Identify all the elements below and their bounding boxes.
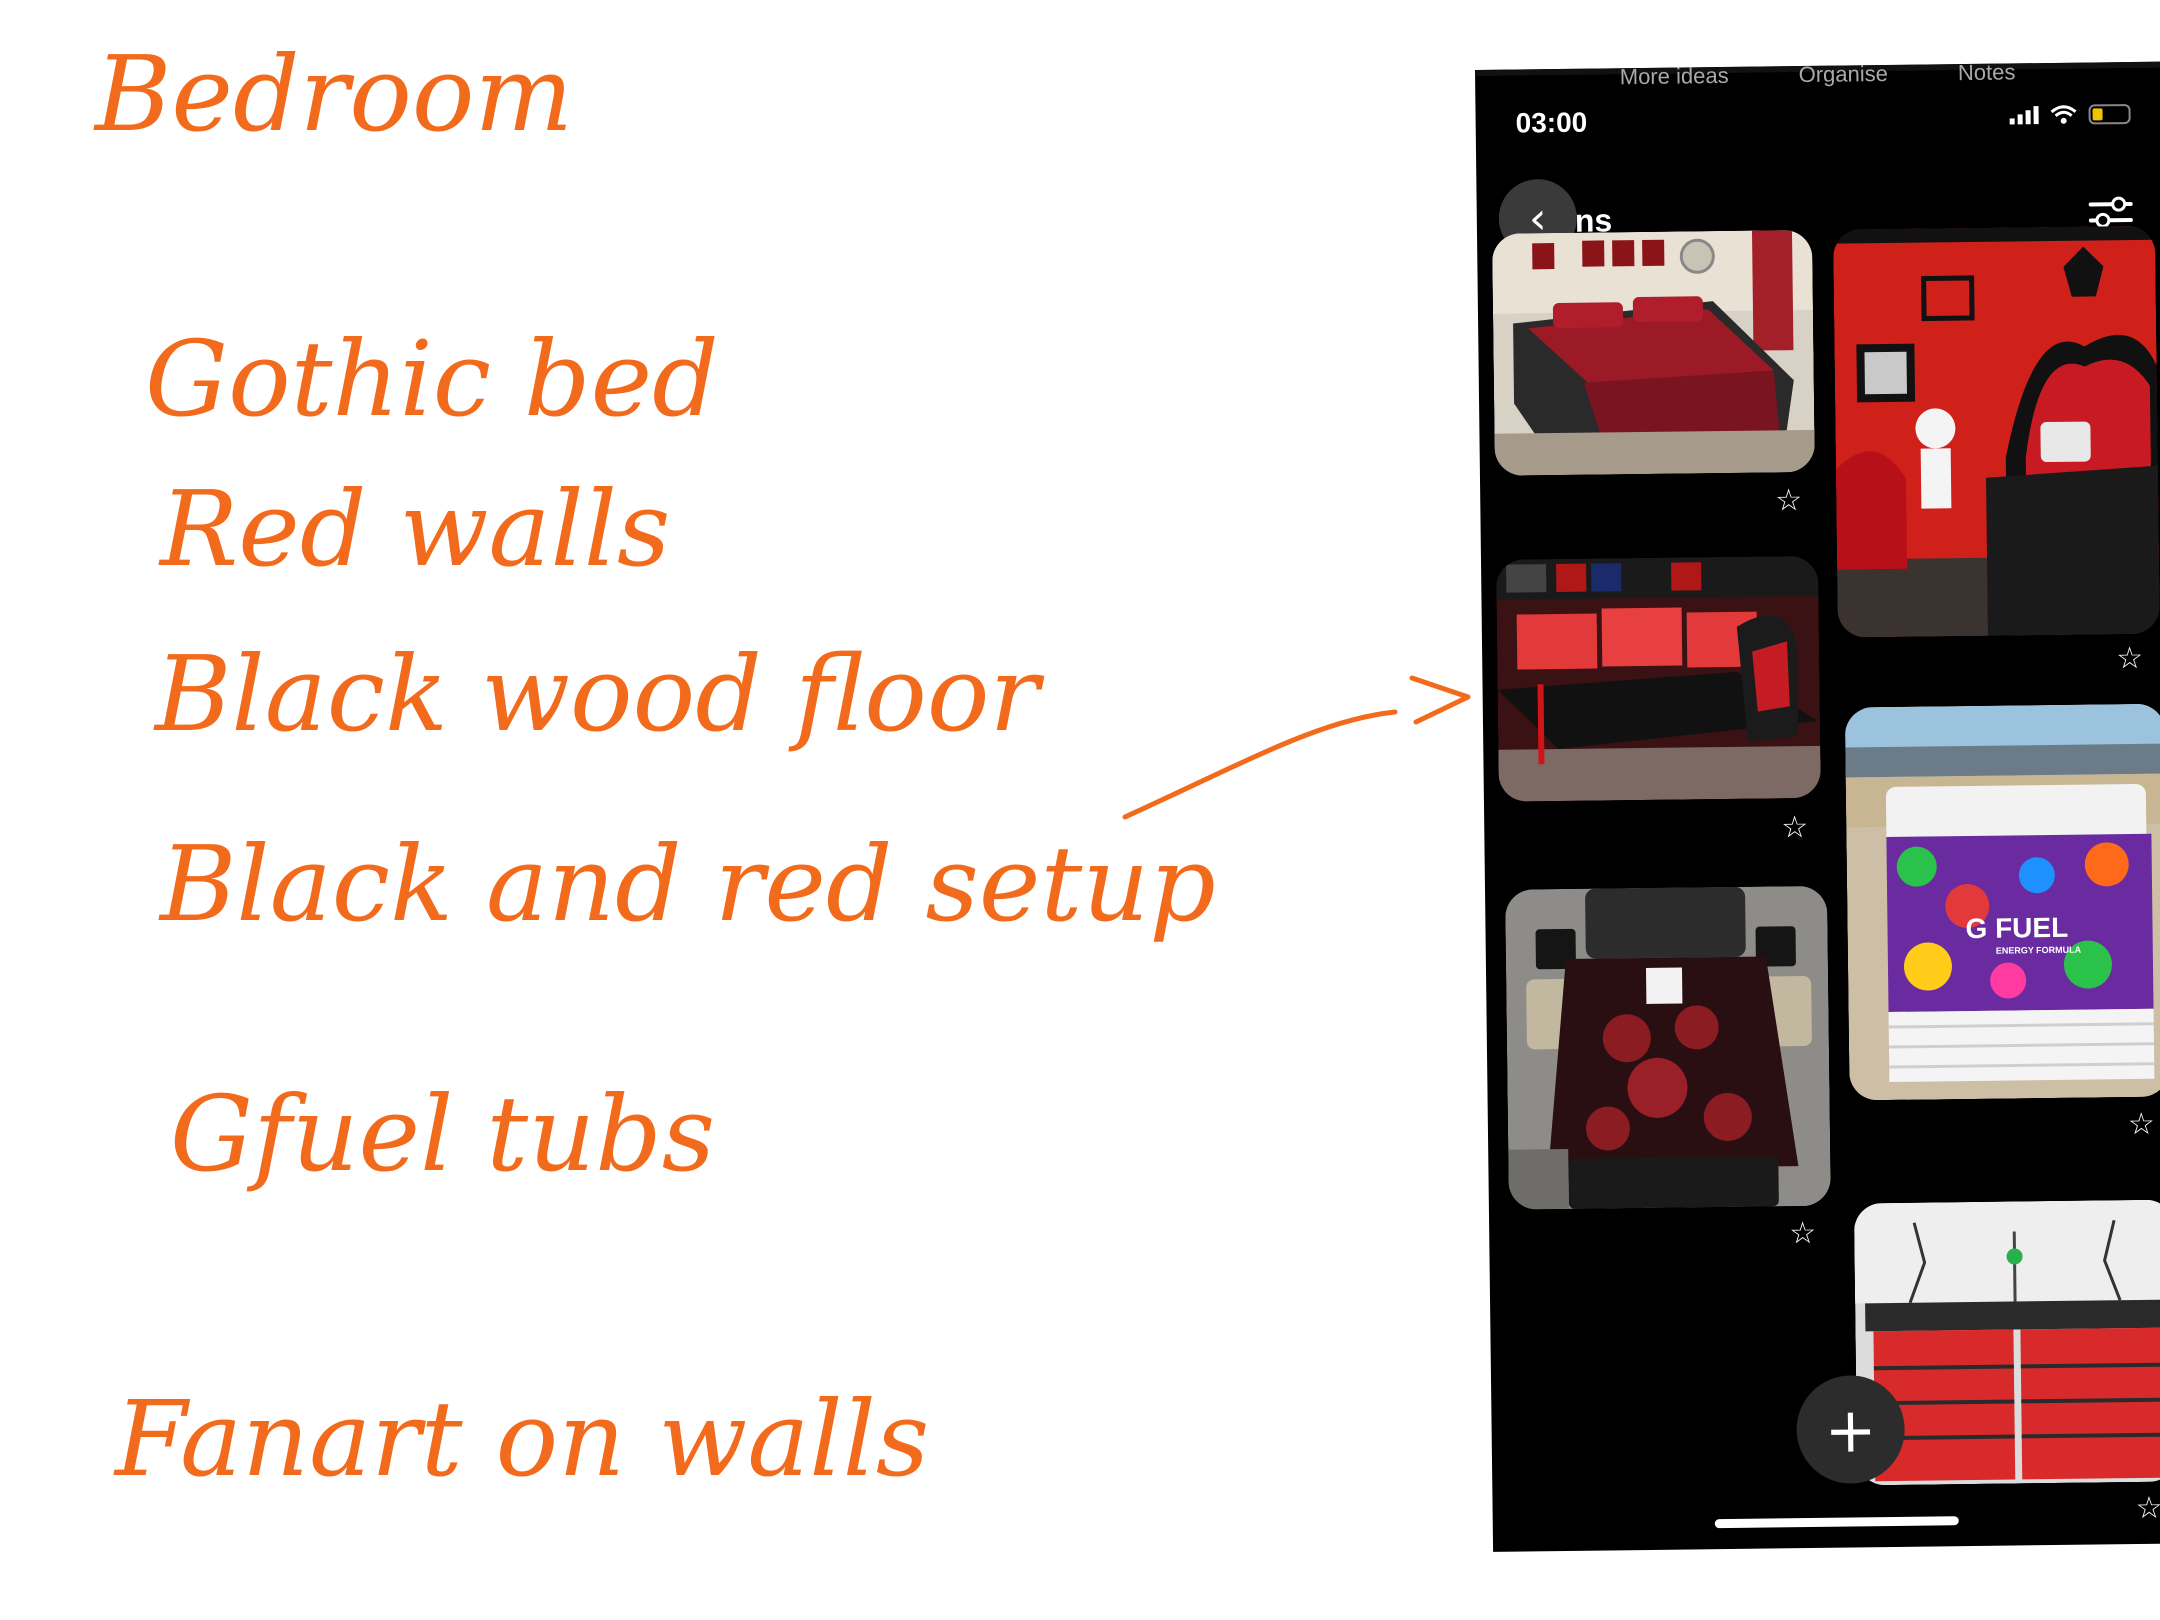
status-bar: 03:00 xyxy=(1475,92,2160,150)
arrow-head xyxy=(1409,675,1471,725)
pin-image[interactable]: G FUEL ENERGY FORMULA xyxy=(1844,703,2160,1101)
note-item: Gothic bed xyxy=(145,318,719,440)
favorite-star-icon[interactable]: ☆ xyxy=(1781,810,1808,845)
note-item: Red walls xyxy=(158,468,670,590)
favorite-star-icon[interactable]: ☆ xyxy=(1775,483,1802,518)
battery-icon xyxy=(2088,103,2131,125)
cellular-signal-icon xyxy=(2009,106,2039,125)
favorite-star-icon[interactable]: ☆ xyxy=(2116,641,2143,676)
note-item: Fanart on walls xyxy=(113,1378,929,1500)
pin-image[interactable] xyxy=(1492,229,1815,476)
pin-picture xyxy=(1492,229,1815,476)
pin-picture xyxy=(1495,555,1821,802)
wifi-icon xyxy=(2050,105,2077,124)
tab-notes[interactable]: Notes xyxy=(1958,62,2016,86)
pin-picture xyxy=(1832,225,2160,638)
note-item: Black wood floor xyxy=(153,633,1044,755)
status-icons xyxy=(2009,103,2131,125)
status-time: 03:00 xyxy=(1515,106,1588,139)
cooler-brand-text: G FUEL xyxy=(1965,912,2068,944)
pin-picture xyxy=(1505,885,1831,1210)
pin-image[interactable] xyxy=(1832,225,2160,638)
arrow-line xyxy=(1122,709,1398,820)
notes-title: Bedroom xyxy=(93,33,573,155)
favorite-star-icon[interactable]: ☆ xyxy=(2128,1107,2155,1142)
notes-page: Bedroom Gothic bed Red walls Black wood … xyxy=(0,0,2160,1620)
home-indicator xyxy=(1714,1516,1959,1529)
phone-screenshot: More ideas Organise Notes 03:00 ‹ ns ☆ ☆… xyxy=(1475,61,2160,1552)
favorite-star-icon[interactable]: ☆ xyxy=(1789,1216,1816,1251)
pin-image[interactable] xyxy=(1495,555,1821,802)
tab-organise[interactable]: Organise xyxy=(1798,62,1888,88)
pin-image[interactable] xyxy=(1505,885,1831,1210)
plus-icon: + xyxy=(1824,1392,1878,1467)
favorite-star-icon[interactable]: ☆ xyxy=(2135,1491,2160,1526)
cooler-sub-text: ENERGY FORMULA xyxy=(1996,945,2082,956)
pin-picture: G FUEL ENERGY FORMULA xyxy=(1844,703,2160,1101)
note-item: Gfuel tubs xyxy=(170,1073,715,1195)
note-item: Black and red setup xyxy=(158,823,1216,945)
